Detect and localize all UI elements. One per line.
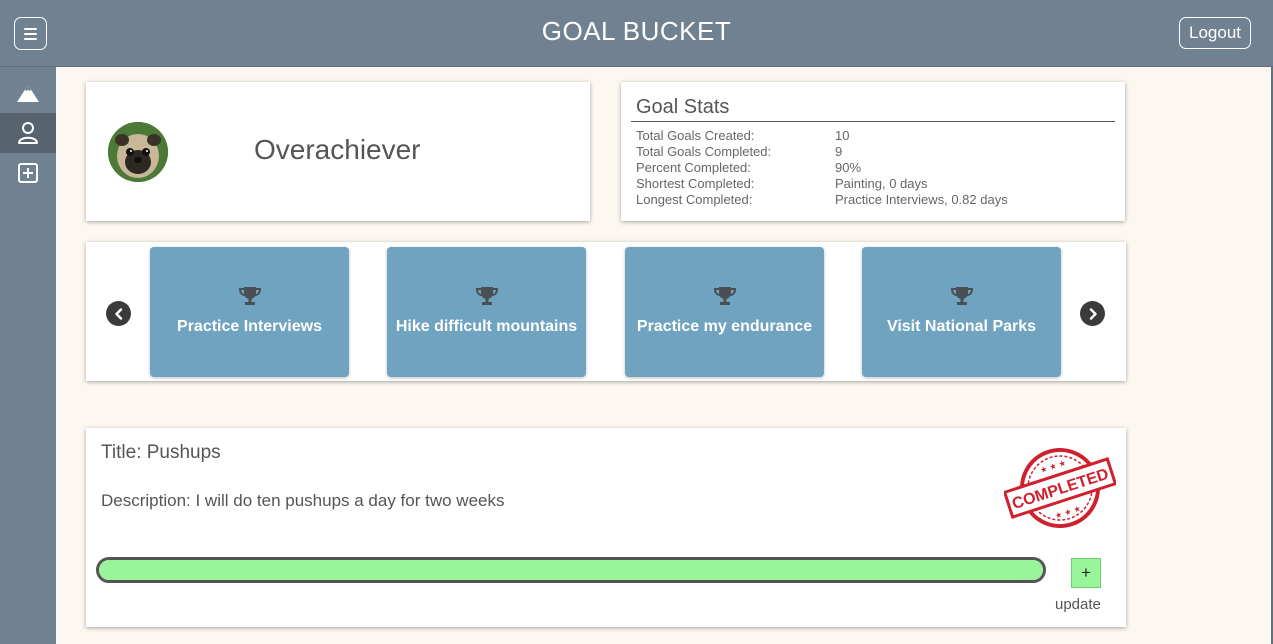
goal-tile-label: Practice Interviews — [177, 318, 322, 335]
trophy-icon — [387, 286, 586, 306]
stat-value: 10 — [835, 128, 850, 143]
carousel-prev-button[interactable] — [106, 301, 131, 326]
stat-label: Total Goals Completed: — [636, 144, 772, 159]
app-title: GOAL BUCKET — [541, 16, 732, 46]
pug-avatar-image — [108, 122, 168, 182]
goal-tile[interactable]: Hike difficult mountains — [387, 247, 586, 377]
increment-progress-button[interactable]: + — [1071, 558, 1101, 588]
completed-stamp: COMPLETED ★ ★ ★ ★ ★ ★ — [1004, 448, 1116, 528]
svg-text:★ ★ ★: ★ ★ ★ — [1054, 504, 1082, 521]
mountain-icon — [17, 85, 39, 102]
trophy-icon — [150, 286, 349, 306]
logout-button[interactable]: Logout — [1179, 17, 1251, 49]
sidebar-item-add-goal[interactable] — [0, 153, 56, 193]
goal-tile-label: Visit National Parks — [886, 318, 1037, 335]
stat-label: Percent Completed: — [636, 160, 751, 175]
user-icon — [18, 122, 38, 144]
progress-fill — [99, 560, 1043, 580]
sidebar — [0, 67, 56, 644]
stat-value: Painting, 0 days — [835, 176, 928, 191]
profile-card: Overachiever — [86, 82, 590, 221]
stat-value: 9 — [835, 144, 843, 159]
goal-tile-label: Practice my endurance — [636, 318, 813, 335]
sidebar-item-profile[interactable] — [0, 113, 56, 153]
goal-tile-label: Hike difficult mountains — [395, 318, 578, 335]
goal-stats-title: Goal Stats — [636, 96, 730, 118]
stat-label: Longest Completed: — [636, 192, 753, 207]
goal-carousel: Practice Interviews Hike difficult mount… — [86, 242, 1126, 381]
goal-description: Description: I will do ten pushups a day… — [101, 491, 505, 510]
goal-progress-bar — [96, 557, 1046, 583]
update-label: update — [1055, 596, 1101, 613]
stat-label: Total Goals Created: — [636, 128, 755, 143]
divider — [631, 121, 1115, 122]
top-bar: GOAL BUCKET Logout — [0, 0, 1273, 67]
goal-tile[interactable]: Visit National Parks — [862, 247, 1061, 377]
stat-label: Shortest Completed: — [636, 176, 755, 191]
carousel-next-button[interactable] — [1080, 301, 1105, 326]
username: Overachiever — [254, 134, 421, 165]
stat-value: 90% — [835, 160, 862, 175]
goal-stats-card: Goal Stats Total Goals Created: 10 Total… — [621, 82, 1125, 221]
trophy-icon — [625, 286, 824, 306]
stat-value: Practice Interviews, 0.82 days — [835, 192, 1008, 207]
trophy-icon — [862, 286, 1061, 306]
goal-tile[interactable]: Practice my endurance — [625, 247, 824, 377]
chevron-left-icon — [114, 307, 122, 320]
chevron-right-icon — [1089, 307, 1097, 320]
goal-tile[interactable]: Practice Interviews — [150, 247, 349, 377]
goal-detail-card: Title: Pushups Description: I will do te… — [86, 428, 1126, 627]
avatar — [108, 122, 168, 182]
sidebar-item-goals[interactable] — [0, 73, 56, 113]
plus-square-icon — [18, 163, 38, 183]
goal-title: Title: Pushups — [101, 442, 221, 463]
